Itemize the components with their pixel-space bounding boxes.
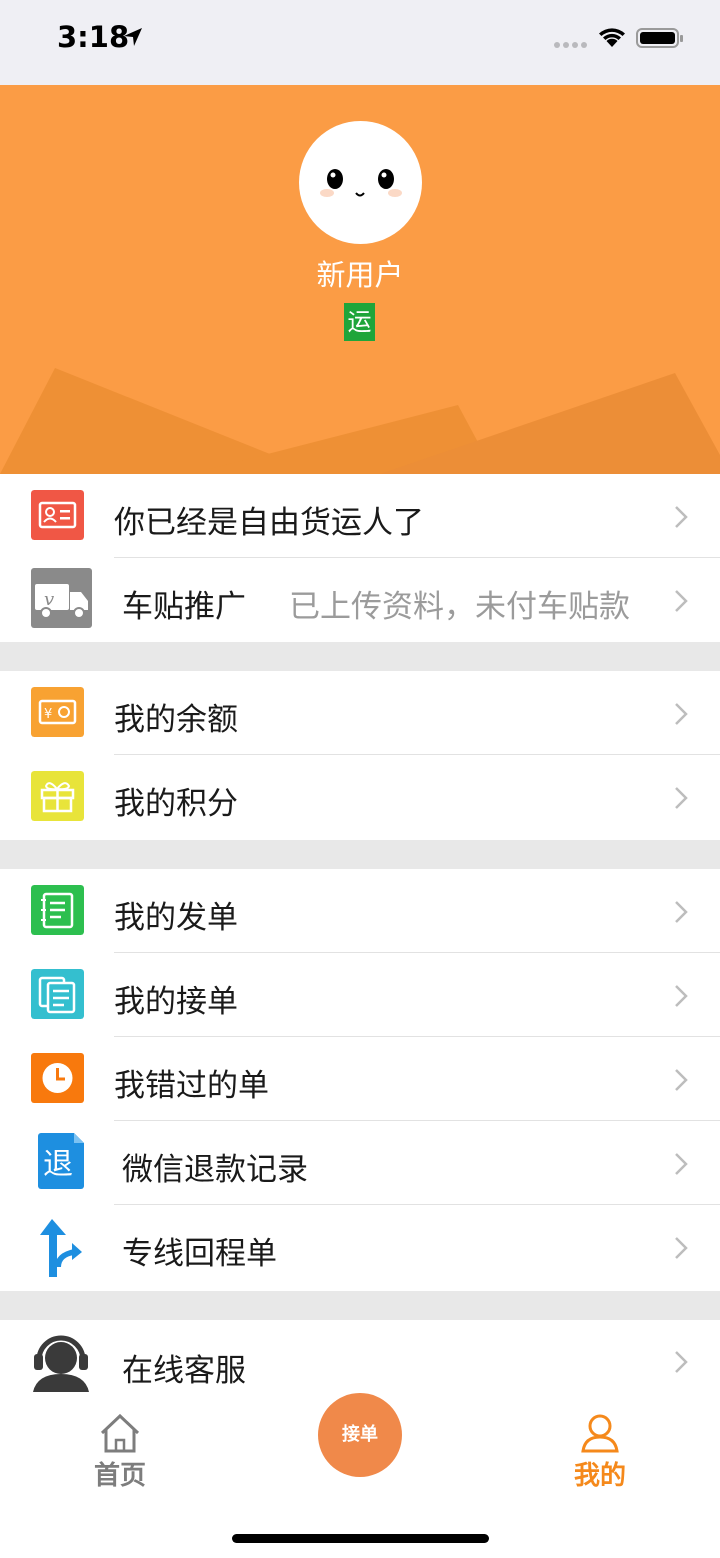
home-icon [100,1413,140,1453]
svg-text:退: 退 [43,1147,73,1182]
id-card-icon [31,490,84,540]
wifi-icon [599,28,625,47]
list-item-label: 我的积分 [114,786,238,822]
svg-text:v: v [44,589,54,610]
list-item-label: 车贴推广 [122,589,246,625]
profile-header: 新用户 运 [0,85,720,474]
list-item-my-posts[interactable]: 我的发单 [0,869,720,953]
status-time: 3:18 [57,20,130,54]
list-item-return-route[interactable]: 专线回程单 [0,1205,720,1289]
section-gap [0,840,720,869]
status-bar: 3:18 [0,0,720,85]
section-gap [0,1291,720,1320]
list-item-wechat-refunds[interactable]: 退 微信退款记录 [0,1121,720,1205]
route-arrow-icon [40,1219,82,1277]
list-item-label: 专线回程单 [122,1236,277,1272]
chevron-right-icon [675,1069,688,1091]
list-item-my-accepted[interactable]: 我的接单 [0,953,720,1037]
list-item-freight-status[interactable]: 你已经是自由货运人了 [0,474,720,558]
list-item-missed-orders[interactable]: 我错过的单 [0,1037,720,1121]
chevron-right-icon [675,506,688,528]
location-arrow-icon [124,28,142,46]
chevron-right-icon [675,1153,688,1175]
chevron-right-icon [675,985,688,1007]
list-item-label: 我错过的单 [114,1068,269,1104]
user-icon [581,1414,619,1453]
list-item-subtext: 已上传资料，未付车贴款 [289,589,630,625]
chevron-right-icon [675,590,688,612]
profile-screen: 3:18 新用户 运 你已经是自由货运人了 v 车贴推广 已上传资料，未付车贴款… [0,0,720,1558]
wallet-section: ¥ 我的余额 我的积分 [0,671,720,839]
chevron-right-icon [675,787,688,809]
list-item-label: 在线客服 [122,1353,246,1389]
chevron-right-icon [675,1237,688,1259]
chevron-right-icon [675,703,688,725]
svg-text:¥: ¥ [44,707,52,722]
notebook-icon [31,885,84,935]
username: 新用户 [316,258,404,292]
wallet-icon: ¥ [31,687,84,737]
list-item-label: 我的发单 [114,900,238,936]
avatar[interactable] [299,121,422,244]
documents-icon [31,969,84,1019]
customer-service-icon [33,1335,89,1392]
tab-bar: 首页 接单 我的 [0,1393,720,1558]
orders-section: 我的发单 我的接单 我错过的单 退 微信退款记录 专线回程单 [0,869,720,1289]
list-item-label: 你已经是自由货运人了 [114,505,424,541]
clock-icon [31,1053,84,1103]
chevron-right-icon [675,1351,688,1373]
role-badge: 运 [344,303,375,341]
list-item-balance[interactable]: ¥ 我的余额 [0,671,720,755]
gift-icon [31,771,84,821]
tab-label: 首页 [93,1461,146,1491]
list-item-label: 我的余额 [114,702,238,738]
list-item-label: 微信退款记录 [122,1152,308,1188]
section-gap [0,642,720,671]
list-item-car-sticker[interactable]: v 车贴推广 已上传资料，未付车贴款 [0,558,720,642]
home-indicator [232,1534,489,1543]
chevron-right-icon [675,901,688,923]
battery-icon [636,28,683,48]
refund-icon: 退 [38,1133,84,1189]
account-section: 你已经是自由货运人了 v 车贴推广 已上传资料，未付车贴款 [0,474,720,642]
accept-order-button[interactable]: 接单 [318,1393,402,1477]
tab-mine[interactable]: 我的 [540,1413,660,1492]
face-icon [320,169,402,197]
tab-home[interactable]: 首页 [60,1413,180,1492]
tab-label: 我的 [573,1461,626,1491]
truck-icon: v [31,568,92,628]
list-item-label: 我的接单 [114,984,238,1020]
signal-icon [554,42,587,48]
list-item-points[interactable]: 我的积分 [0,755,720,839]
